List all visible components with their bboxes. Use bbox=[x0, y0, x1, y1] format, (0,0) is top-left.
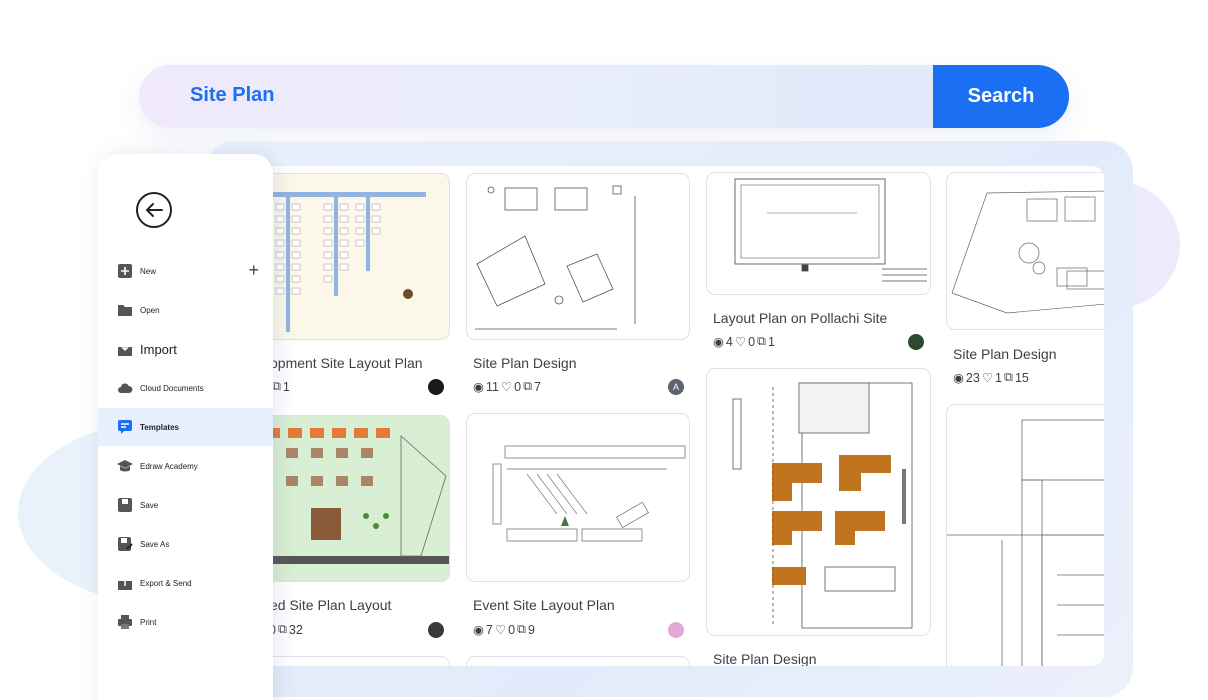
template-thumbnail[interactable] bbox=[706, 368, 931, 636]
eye-icon: ◉ bbox=[473, 623, 484, 637]
copy-icon: ⧉ bbox=[271, 379, 281, 393]
heart-icon: ♡ bbox=[981, 371, 994, 385]
template-thumbnail[interactable] bbox=[255, 173, 450, 340]
heart-icon: ♡ bbox=[494, 623, 507, 637]
sidebar-item-templates[interactable]: Templates bbox=[98, 408, 273, 446]
eye-icon: ◉ bbox=[473, 380, 484, 394]
views-count: 4 bbox=[725, 334, 733, 349]
sidebar-item-label: Edraw Academy bbox=[140, 461, 198, 471]
template-thumbnail[interactable] bbox=[946, 172, 1104, 330]
author-avatar[interactable] bbox=[668, 622, 684, 638]
sidebar-item-label: Import bbox=[140, 341, 177, 357]
sidebar-item-print[interactable]: Print bbox=[98, 603, 273, 641]
search-bar: Site Plan Search bbox=[139, 65, 1069, 128]
template-stats: ◉ 11 ♡ 0 ⧉ 7 bbox=[473, 379, 541, 394]
sidebar-item-cloud-documents[interactable]: Cloud Documents bbox=[98, 369, 273, 407]
template-thumbnail[interactable] bbox=[466, 173, 690, 340]
arrow-left-icon bbox=[146, 203, 163, 217]
views-count: 23 bbox=[965, 370, 980, 385]
sidebar-item-new[interactable]: New + bbox=[98, 252, 273, 290]
copy-icon: ⧉ bbox=[523, 379, 533, 393]
import-icon bbox=[118, 342, 132, 356]
sidebar-item-label: New bbox=[140, 266, 157, 276]
author-avatar[interactable]: A bbox=[668, 379, 684, 395]
copy-icon: ⧉ bbox=[757, 334, 766, 348]
sidebar-item-label: Save As bbox=[140, 539, 170, 549]
sidebar-item-label: Save bbox=[140, 500, 159, 510]
sidebar-item-label: Templates bbox=[140, 422, 179, 432]
template-thumbnail[interactable] bbox=[255, 656, 450, 666]
cloud-icon bbox=[118, 383, 133, 393]
heart-icon: ♡ bbox=[734, 335, 747, 349]
sidebar-item-export-send[interactable]: Export & Send bbox=[98, 564, 273, 602]
template-thumbnail[interactable] bbox=[946, 404, 1104, 666]
copies-count: 9 bbox=[527, 622, 535, 637]
sidebar-item-label: Export & Send bbox=[140, 578, 192, 588]
template-title[interactable]: Layout Plan on Pollachi Site bbox=[713, 310, 887, 326]
save-as-icon bbox=[118, 537, 133, 551]
template-grid: opment Site Layout Plan 0 ⧉ 1 bbox=[255, 166, 1104, 666]
template-thumbnail[interactable] bbox=[466, 413, 690, 582]
search-button[interactable]: Search bbox=[933, 65, 1069, 128]
save-icon bbox=[118, 498, 132, 512]
sidebar-item-save-as[interactable]: Save As bbox=[98, 525, 273, 563]
print-icon bbox=[118, 615, 132, 629]
likes-count: 0 bbox=[508, 622, 516, 637]
sidebar: New + Open Import Cloud Documents Templa… bbox=[98, 154, 273, 700]
sidebar-item-edraw-academy[interactable]: Edraw Academy bbox=[98, 447, 273, 485]
template-thumbnail[interactable] bbox=[466, 656, 690, 666]
copy-icon: ⧉ bbox=[517, 622, 526, 636]
heart-icon: ♡ bbox=[500, 380, 513, 394]
views-count: 7 bbox=[485, 622, 493, 637]
template-stats: ◉ 23 ♡ 1 ⧉ 15 bbox=[953, 370, 1029, 385]
app-stage: Site Plan Search opment Site Layout Plan… bbox=[0, 0, 1208, 700]
copies-count: 7 bbox=[534, 379, 541, 394]
template-title[interactable]: ed Site Plan Layout bbox=[270, 597, 391, 613]
author-avatar[interactable] bbox=[908, 334, 924, 350]
likes-count: 0 bbox=[514, 379, 522, 394]
author-avatar[interactable] bbox=[428, 379, 444, 395]
sidebar-item-open[interactable]: Open bbox=[98, 291, 273, 329]
copies-count: 32 bbox=[288, 622, 303, 637]
template-title[interactable]: Event Site Layout Plan bbox=[473, 597, 615, 613]
copies-count: 15 bbox=[1014, 370, 1029, 385]
graduation-cap-icon bbox=[117, 460, 133, 472]
plus-icon[interactable]: + bbox=[248, 260, 259, 281]
template-stats: ◉ 7 ♡ 0 ⧉ 9 bbox=[473, 622, 535, 637]
templates-icon bbox=[118, 420, 132, 434]
template-thumbnail[interactable] bbox=[706, 172, 931, 295]
folder-icon bbox=[118, 305, 132, 316]
likes-count: 0 bbox=[748, 334, 756, 349]
likes-count: 1 bbox=[995, 370, 1002, 385]
search-input[interactable]: Site Plan bbox=[190, 84, 274, 107]
template-stats: 0 ⧉ 32 bbox=[269, 622, 303, 637]
author-avatar[interactable] bbox=[428, 622, 444, 638]
sidebar-item-label: Print bbox=[140, 617, 157, 627]
sidebar-item-save[interactable]: Save bbox=[98, 486, 273, 524]
template-title[interactable]: opment Site Layout Plan bbox=[270, 355, 423, 371]
back-button[interactable] bbox=[136, 192, 172, 228]
sidebar-item-label: Cloud Documents bbox=[140, 383, 204, 393]
copies-count: 1 bbox=[282, 379, 290, 394]
sidebar-item-label: Open bbox=[140, 305, 160, 315]
copies-count: 1 bbox=[767, 334, 775, 349]
export-icon bbox=[118, 575, 132, 590]
eye-icon: ◉ bbox=[713, 335, 724, 349]
views-count: 11 bbox=[485, 379, 499, 394]
copy-icon: ⧉ bbox=[277, 622, 287, 636]
template-title[interactable]: Site Plan Design bbox=[953, 346, 1057, 362]
new-icon bbox=[118, 264, 132, 278]
copy-icon: ⧉ bbox=[1004, 370, 1013, 384]
template-title[interactable]: Site Plan Design bbox=[713, 651, 817, 666]
sidebar-item-import[interactable]: Import bbox=[98, 330, 273, 368]
template-title[interactable]: Site Plan Design bbox=[473, 355, 577, 371]
template-stats: ◉ 4 ♡ 0 ⧉ 1 bbox=[713, 334, 775, 349]
eye-icon: ◉ bbox=[953, 371, 964, 385]
template-thumbnail[interactable] bbox=[255, 415, 450, 582]
